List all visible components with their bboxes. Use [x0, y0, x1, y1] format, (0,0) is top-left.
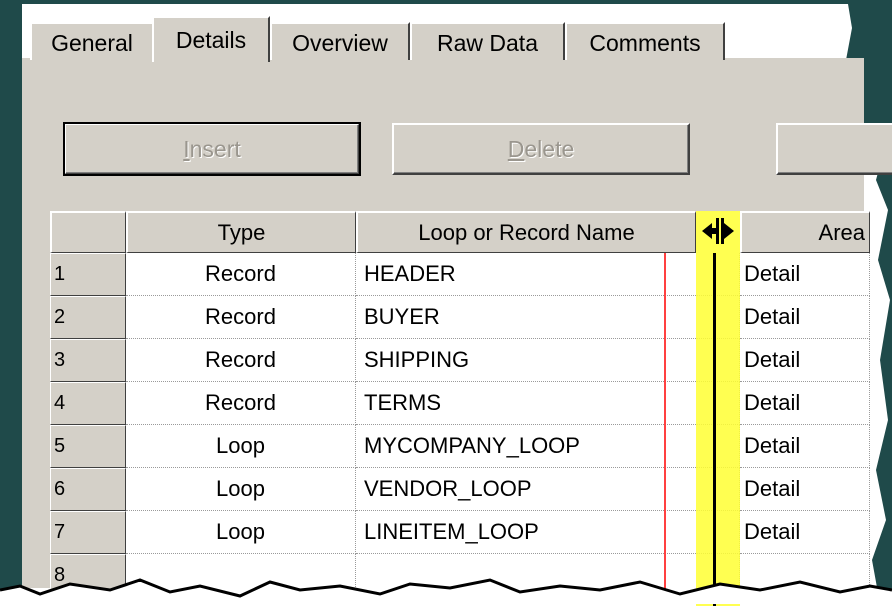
records-grid[interactable]: Type Loop or Record Name Area 1 Record HEA…	[50, 211, 870, 606]
name-cell[interactable]: TERMS	[356, 382, 740, 425]
area-cell[interactable]: Detail	[740, 468, 870, 511]
name-cell[interactable]: LINEITEM_LOOP	[356, 511, 740, 554]
name-cell[interactable]: BUYER	[356, 296, 740, 339]
torn-bottom-edge	[0, 578, 892, 604]
tab-general[interactable]: General	[30, 22, 154, 60]
area-cell[interactable]: Detail	[740, 339, 870, 382]
partial-button[interactable]	[776, 123, 892, 175]
delete-mnemonic: D	[507, 136, 525, 162]
row-number-header[interactable]: 4	[50, 382, 126, 425]
column-resize-cursor-icon	[702, 218, 734, 244]
tab-details[interactable]: Details	[152, 16, 270, 62]
area-cell[interactable]: Detail	[740, 511, 870, 554]
insert-label: nsert	[189, 136, 241, 162]
type-cell[interactable]: Loop	[126, 468, 356, 511]
row-number-header[interactable]: 7	[50, 511, 126, 554]
type-cell[interactable]: Loop	[126, 425, 356, 468]
area-cell[interactable]: Detail	[740, 425, 870, 468]
name-cell[interactable]: SHIPPING	[356, 339, 740, 382]
tab-overview[interactable]: Overview	[270, 22, 410, 60]
column-divider[interactable]	[713, 253, 716, 606]
name-cell[interactable]: HEADER	[356, 253, 740, 296]
row-number-header[interactable]: 3	[50, 339, 126, 382]
name-cell[interactable]: MYCOMPANY_LOOP	[356, 425, 740, 468]
row-number-header[interactable]: 5	[50, 425, 126, 468]
row-number-header[interactable]: 1	[50, 253, 126, 296]
type-cell[interactable]: Record	[126, 253, 356, 296]
type-cell[interactable]: Record	[126, 339, 356, 382]
area-cell[interactable]: Detail	[740, 253, 870, 296]
name-column-header[interactable]: Loop or Record Name	[356, 211, 696, 253]
corner-header	[50, 211, 126, 253]
delete-label: elete	[524, 136, 575, 162]
area-cell[interactable]: Detail	[740, 296, 870, 339]
type-column-header[interactable]: Type	[126, 211, 356, 253]
delete-button[interactable]: Delete	[392, 123, 690, 175]
column-marker-line	[664, 253, 666, 593]
area-cell[interactable]: Detail	[740, 382, 870, 425]
type-cell[interactable]: Record	[126, 382, 356, 425]
insert-button[interactable]: Insert	[63, 122, 361, 176]
row-number-header[interactable]: 2	[50, 296, 126, 339]
tab-raw-data[interactable]: Raw Data	[410, 22, 565, 60]
tab-comments[interactable]: Comments	[565, 22, 725, 60]
type-cell[interactable]: Record	[126, 296, 356, 339]
row-number-header[interactable]: 6	[50, 468, 126, 511]
resize-highlight	[696, 211, 740, 606]
name-cell[interactable]: VENDOR_LOOP	[356, 468, 740, 511]
area-column-header[interactable]: Area	[740, 211, 870, 253]
type-cell[interactable]: Loop	[126, 511, 356, 554]
